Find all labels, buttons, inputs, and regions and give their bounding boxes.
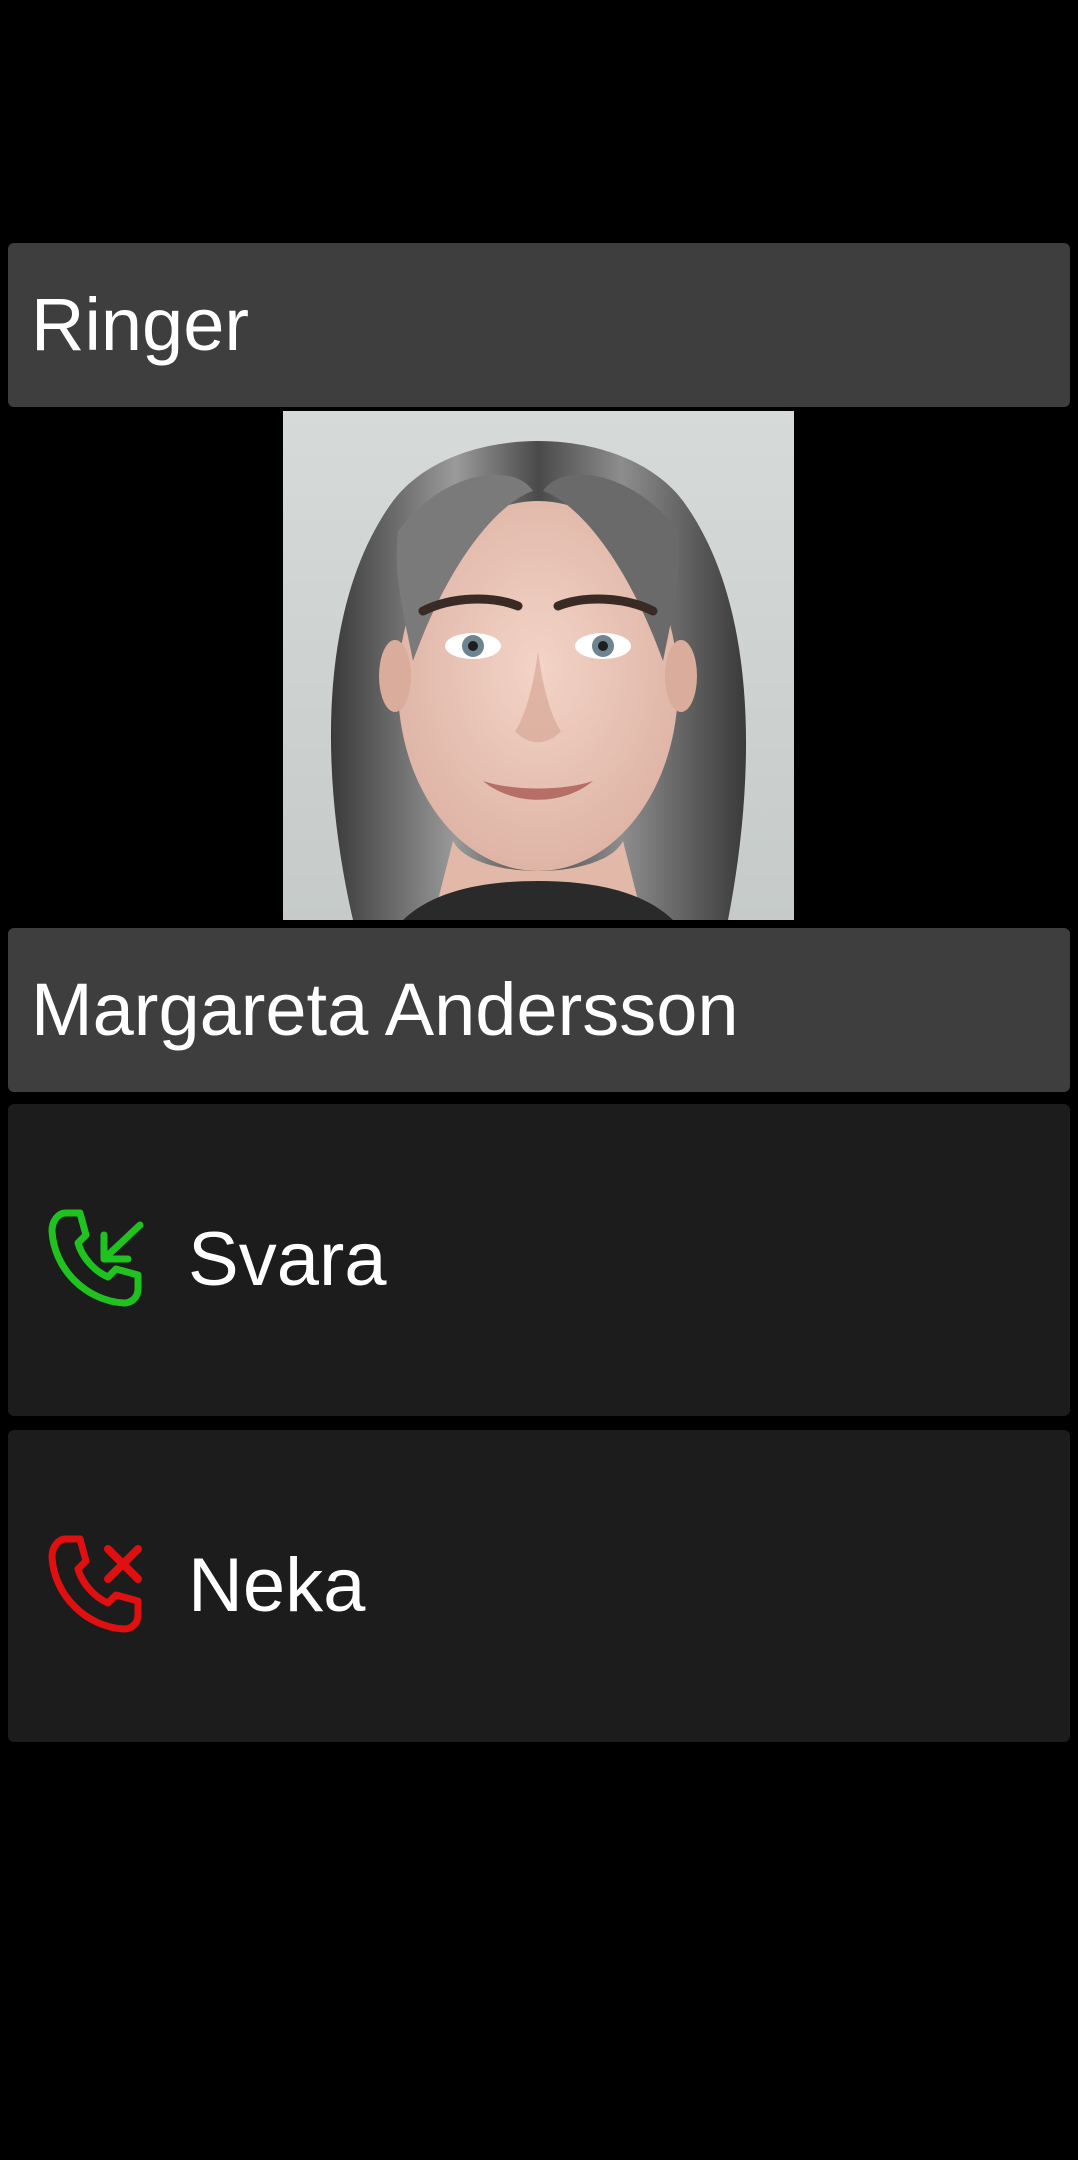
decline-button[interactable]: Neka [8,1430,1070,1742]
caller-name-bar: Margareta Andersson [8,928,1070,1092]
phone-incoming-icon [44,1205,154,1315]
answer-button[interactable]: Svara [8,1104,1070,1416]
call-status-title: Ringer [31,283,249,366]
phone-decline-icon [44,1531,154,1641]
caller-photo [283,411,794,920]
decline-label: Neka [188,1543,366,1628]
call-status-header: Ringer [8,243,1070,407]
caller-name: Margareta Andersson [31,968,739,1051]
answer-label: Svara [188,1217,387,1302]
